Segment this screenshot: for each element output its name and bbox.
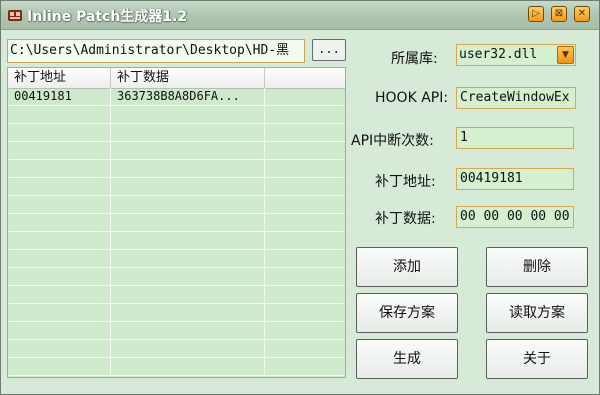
hook-api-input[interactable]: CreateWindowEx: [456, 87, 576, 109]
table-cell: [111, 232, 265, 249]
table-cell: [8, 124, 111, 141]
table-cell: [8, 268, 111, 285]
table-row[interactable]: [8, 214, 345, 232]
table-row[interactable]: [8, 124, 345, 142]
table-cell: [265, 304, 345, 321]
table-cell: [111, 304, 265, 321]
close-button[interactable]: ✕: [574, 6, 590, 22]
add-button[interactable]: 添加: [356, 247, 458, 287]
play-icon[interactable]: ▷: [528, 6, 544, 22]
table-cell: [265, 340, 345, 357]
hook-api-label: HOOK API:: [375, 90, 449, 106]
table-row[interactable]: [8, 340, 345, 358]
table-cell: [111, 106, 265, 123]
table-cell: [265, 268, 345, 285]
table-cell: [265, 250, 345, 267]
patch-data-input[interactable]: 00 00 00 00 00: [456, 206, 574, 228]
table-cell: [8, 160, 111, 177]
minimize-button[interactable]: ⊠: [551, 6, 567, 22]
table-cell: [111, 196, 265, 213]
table-cell: [265, 358, 345, 375]
library-select[interactable]: user32.dll ▼: [456, 44, 576, 66]
column-header-empty[interactable]: [265, 68, 345, 88]
table-cell: [111, 358, 265, 375]
table-row[interactable]: [8, 106, 345, 124]
table-cell: [265, 232, 345, 249]
table-row[interactable]: [8, 160, 345, 178]
table-row[interactable]: [8, 232, 345, 250]
file-path-input[interactable]: C:\Users\Administrator\Desktop\HD-黑: [7, 39, 305, 63]
table-cell: [8, 304, 111, 321]
table-cell: [8, 250, 111, 267]
table-header: 补丁地址 补丁数据: [8, 68, 345, 89]
browse-button[interactable]: ...: [312, 39, 346, 61]
table-cell: [111, 142, 265, 159]
table-row[interactable]: [8, 268, 345, 286]
table-cell: [111, 160, 265, 177]
table-cell: [265, 196, 345, 213]
patch-address-label: 补丁地址:: [375, 174, 436, 190]
save-scheme-button[interactable]: 保存方案: [356, 293, 458, 333]
table-cell: [111, 250, 265, 267]
table-cell: [8, 142, 111, 159]
break-count-label: API中断次数:: [351, 133, 434, 149]
table-cell: [265, 106, 345, 123]
table-cell: [8, 214, 111, 231]
table-cell: [265, 178, 345, 195]
library-label: 所属库:: [391, 51, 438, 67]
table-cell: [8, 106, 111, 123]
table-cell: [265, 142, 345, 159]
table-cell: [111, 214, 265, 231]
table-row[interactable]: [8, 250, 345, 268]
window-title: Inline Patch生成器1.2: [27, 9, 188, 25]
table-cell: [111, 322, 265, 339]
table-cell: [8, 232, 111, 249]
table-cell: [111, 286, 265, 303]
break-count-input[interactable]: 1: [456, 127, 574, 149]
patch-data-label: 补丁数据:: [375, 211, 436, 227]
table-cell: 363738B8A8D6FA...: [111, 88, 265, 105]
table-cell: [111, 178, 265, 195]
table-cell: [8, 196, 111, 213]
table-cell: [8, 322, 111, 339]
table-row[interactable]: [8, 178, 345, 196]
table-cell: [8, 358, 111, 375]
table-row[interactable]: [8, 358, 345, 376]
table-cell: [265, 160, 345, 177]
patch-address-input[interactable]: 00419181: [456, 168, 574, 190]
generate-button[interactable]: 生成: [356, 339, 458, 379]
patch-list[interactable]: 补丁地址 补丁数据 00419181 363738B8A8D6FA...: [7, 67, 346, 378]
delete-button[interactable]: 删除: [486, 247, 588, 287]
table-cell: [265, 286, 345, 303]
app-icon: [7, 7, 23, 23]
table-cell: [8, 340, 111, 357]
table-cell: [265, 88, 345, 105]
table-row[interactable]: [8, 142, 345, 160]
chevron-down-icon[interactable]: ▼: [557, 46, 574, 64]
main-window: Inline Patch生成器1.2 ▷ ⊠ ✕ C:\Users\Admini…: [0, 0, 600, 395]
table-cell: [265, 124, 345, 141]
table-cell: [111, 124, 265, 141]
table-row[interactable]: [8, 286, 345, 304]
table-cell: [111, 340, 265, 357]
title-bar[interactable]: Inline Patch生成器1.2 ▷ ⊠ ✕: [1, 1, 599, 30]
library-value: user32.dll: [459, 47, 538, 62]
table-row[interactable]: [8, 322, 345, 340]
table-row[interactable]: [8, 304, 345, 322]
column-header-patch-data[interactable]: 补丁数据: [111, 68, 265, 88]
table-cell: [8, 286, 111, 303]
table-row[interactable]: [8, 196, 345, 214]
about-button[interactable]: 关于: [486, 339, 588, 379]
table-row[interactable]: 00419181 363738B8A8D6FA...: [8, 88, 345, 106]
table-cell: [265, 214, 345, 231]
column-header-patch-address[interactable]: 补丁地址: [8, 68, 111, 88]
table-cell: [111, 268, 265, 285]
table-cell: [8, 178, 111, 195]
table-cell: 00419181: [8, 88, 111, 105]
load-scheme-button[interactable]: 读取方案: [486, 293, 588, 333]
table-body: 00419181 363738B8A8D6FA...: [8, 88, 345, 376]
table-cell: [265, 322, 345, 339]
